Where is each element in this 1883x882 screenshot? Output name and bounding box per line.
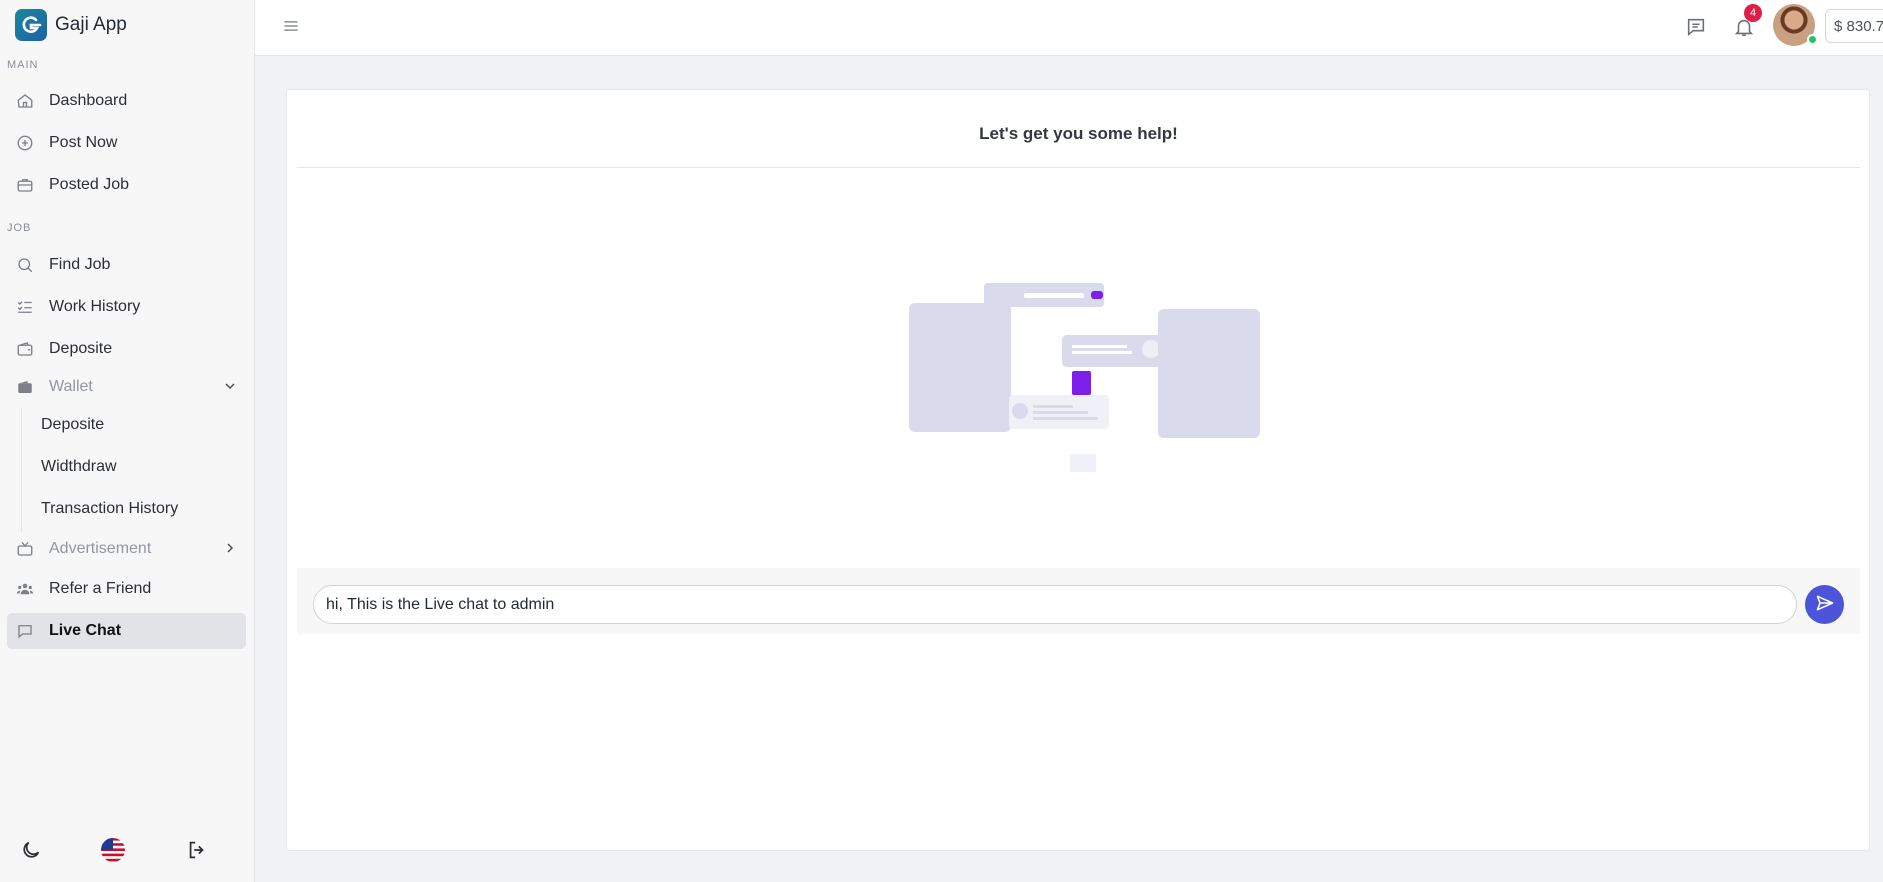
chevron-right-icon (222, 540, 238, 561)
list-check-icon (15, 297, 35, 317)
sidebar-item-label: Find Job (49, 256, 111, 273)
chat-icon (15, 621, 35, 641)
sidebar-item-refer-a-friend[interactable]: Refer a Friend (7, 571, 246, 607)
notification-count-badge: 4 (1744, 4, 1762, 22)
sidebar-item-label: Work History (49, 298, 141, 315)
balance-display[interactable]: $ 830.7 (1825, 9, 1883, 43)
sidebar-item-advertisement[interactable]: Advertisement (7, 531, 246, 567)
search-icon (15, 255, 35, 275)
sidebar-subitem-label: Deposite (41, 416, 105, 433)
sidebar-item-label: Deposite (49, 340, 113, 357)
messages-icon[interactable] (1683, 14, 1709, 40)
section-label-job: JOB (7, 222, 32, 234)
app-logo-icon (15, 9, 47, 41)
chevron-down-icon (222, 378, 238, 399)
sidebar-item-work-history[interactable]: Work History (7, 289, 246, 325)
send-button[interactable] (1805, 585, 1844, 624)
logout-icon[interactable] (182, 835, 212, 865)
sidebar-item-label: Wallet (49, 378, 93, 395)
tv-icon (15, 539, 35, 559)
hamburger-menu-icon[interactable] (281, 16, 301, 41)
briefcase-icon (15, 175, 35, 195)
chat-heading: Let's get you some help! (297, 100, 1860, 168)
online-status-dot (1807, 34, 1818, 45)
sidebar-item-live-chat[interactable]: Live Chat (7, 613, 246, 649)
sidebar-item-label: Posted Job (49, 176, 130, 193)
us-flag-icon[interactable] (98, 835, 128, 865)
sidebar-subitem-deposite[interactable]: Deposite (21, 407, 241, 443)
top-bar (255, 0, 1883, 56)
sidebar-item-label: Post Now (49, 134, 118, 151)
sidebar-item-find-job[interactable]: Find Job (7, 247, 246, 283)
sidebar-item-label: Refer a Friend (49, 580, 152, 597)
sidebar-item-label: Dashboard (49, 92, 128, 109)
users-icon (15, 579, 35, 599)
sidebar-item-post-now[interactable]: Post Now (7, 125, 246, 161)
section-label-main: MAIN (7, 59, 39, 71)
send-icon (1815, 593, 1835, 616)
sidebar-item-label: Advertisement (49, 540, 152, 557)
chat-message-input[interactable] (313, 585, 1797, 624)
sidebar-subitem-label: Widthdraw (41, 458, 117, 475)
plus-circle-icon (15, 133, 35, 153)
sidebar: Gaji App MAIN Dashboard Post Now Posted … (0, 0, 255, 882)
brand[interactable]: Gaji App (15, 9, 127, 41)
sidebar-item-posted-job[interactable]: Posted Job (7, 167, 246, 203)
app-name: Gaji App (55, 14, 127, 35)
sidebar-item-label: Live Chat (49, 622, 122, 639)
sidebar-subitem-label: Transaction History (41, 500, 179, 517)
sidebar-item-dashboard[interactable]: Dashboard (7, 83, 246, 119)
sidebar-subitem-transaction-history[interactable]: Transaction History (21, 491, 241, 527)
live-chat-card: Let's get you some help! (286, 89, 1870, 851)
home-icon (15, 91, 35, 111)
wallet-icon (15, 377, 35, 397)
moon-icon[interactable] (16, 835, 46, 865)
chat-composer (297, 568, 1860, 634)
sidebar-item-wallet[interactable]: Wallet (7, 369, 246, 405)
wallet-icon (15, 339, 35, 359)
sidebar-item-deposite[interactable]: Deposite (7, 331, 246, 367)
chat-messages-area (297, 168, 1860, 568)
empty-chat-illustration (909, 283, 1260, 472)
sidebar-subitem-widthdraw[interactable]: Widthdraw (21, 449, 241, 485)
